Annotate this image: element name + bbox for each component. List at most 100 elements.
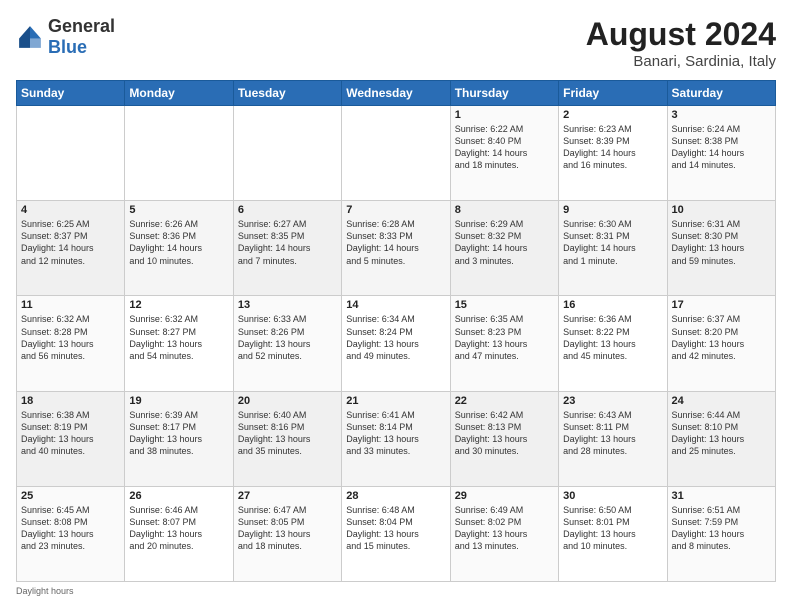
day-number: 18 — [21, 395, 120, 407]
col-friday: Friday — [559, 81, 667, 106]
table-row: 14Sunrise: 6:34 AM Sunset: 8:24 PM Dayli… — [342, 296, 450, 391]
table-row: 29 Sunrise: 6:49 AM Sunset: 8:02 PM Dayli… — [450, 486, 558, 581]
month-year: August 2024 — [586, 16, 776, 53]
header: General Blue August 2024 Banari, Sardini… — [16, 16, 776, 70]
table-row: 23 Sunrise: 6:43 AM Sunset: 8:11 PM Dayli… — [559, 391, 667, 486]
day-number: 8 — [455, 204, 554, 216]
table-row: 4 Sunrise: 6:25 AM Sunset: 8:37 PM Daylig… — [17, 201, 125, 296]
day-number: 13 — [238, 299, 337, 311]
logo-text: General Blue — [48, 16, 115, 58]
day-info: Sunrise: 6:49 AM Sunset: 8:02 PM Dayligh… — [455, 504, 554, 553]
table-row: 2 Sunrise: 6:23 AM Sunset: 8:39 PM Daylig… — [559, 106, 667, 201]
day-number: 22 — [455, 395, 554, 407]
day-number: 29 — [455, 490, 554, 502]
table-row: 28 Sunrise: 6:48 AM Sunset: 8:04 PM Dayli… — [342, 486, 450, 581]
table-row: 21 Sunrise: 6:41 AM Sunset: 8:14 PM Dayli… — [342, 391, 450, 486]
day-info: Sunrise: 6:45 AM Sunset: 8:08 PM Dayligh… — [21, 504, 120, 553]
day-info: Sunrise: 6:24 AM Sunset: 8:38 PM Dayligh… — [672, 123, 771, 172]
calendar-row: 1 Sunrise: 6:22 AM Sunset: 8:40 PM Daylig… — [17, 106, 776, 201]
day-info: Sunrise: 6:32 AM Sunset: 8:27 PM Dayligh… — [129, 313, 228, 362]
day-number: 11 — [21, 299, 120, 311]
day-number: 4 — [21, 204, 120, 216]
table-row: 9 Sunrise: 6:30 AM Sunset: 8:31 PM Daylig… — [559, 201, 667, 296]
day-info: Sunrise: 6:42 AM Sunset: 8:13 PM Dayligh… — [455, 409, 554, 458]
table-row: 16Sunrise: 6:36 AM Sunset: 8:22 PM Dayli… — [559, 296, 667, 391]
calendar-row: 11 Sunrise: 6:32 AM Sunset: 8:28 PM Dayli… — [17, 296, 776, 391]
calendar-table: Sunday Monday Tuesday Wednesday Thursday… — [16, 80, 776, 582]
day-info: Sunrise: 6:46 AM Sunset: 8:07 PM Dayligh… — [129, 504, 228, 553]
table-row: 11 Sunrise: 6:32 AM Sunset: 8:28 PM Dayli… — [17, 296, 125, 391]
day-number: 31 — [672, 490, 771, 502]
table-row: 27Sunrise: 6:47 AM Sunset: 8:05 PM Dayli… — [233, 486, 341, 581]
calendar-row: 4 Sunrise: 6:25 AM Sunset: 8:37 PM Daylig… — [17, 201, 776, 296]
col-sunday: Sunday — [17, 81, 125, 106]
table-row — [342, 106, 450, 201]
table-row: 13Sunrise: 6:33 AM Sunset: 8:26 PM Dayli… — [233, 296, 341, 391]
table-row: 17Sunrise: 6:37 AM Sunset: 8:20 PM Dayli… — [667, 296, 775, 391]
day-info: Sunrise: 6:30 AM Sunset: 8:31 PM Dayligh… — [563, 218, 662, 267]
day-info: Sunrise: 6:50 AM Sunset: 8:01 PM Dayligh… — [563, 504, 662, 553]
day-info: Sunrise: 6:44 AM Sunset: 8:10 PM Dayligh… — [672, 409, 771, 458]
day-info: Sunrise: 6:48 AM Sunset: 8:04 PM Dayligh… — [346, 504, 445, 553]
table-row: 5Sunrise: 6:26 AM Sunset: 8:36 PM Daylig… — [125, 201, 233, 296]
table-row: 20 Sunrise: 6:40 AM Sunset: 8:16 PM Dayli… — [233, 391, 341, 486]
day-info: Sunrise: 6:31 AM Sunset: 8:30 PM Dayligh… — [672, 218, 771, 267]
day-number: 20 — [238, 395, 337, 407]
day-info: Sunrise: 6:40 AM Sunset: 8:16 PM Dayligh… — [238, 409, 337, 458]
day-number: 2 — [563, 109, 662, 121]
day-number: 5 — [129, 204, 228, 216]
day-info: Sunrise: 6:39 AM Sunset: 8:17 PM Dayligh… — [129, 409, 228, 458]
table-row: 30 Sunrise: 6:50 AM Sunset: 8:01 PM Dayli… — [559, 486, 667, 581]
table-row: 31 Sunrise: 6:51 AM Sunset: 7:59 PM Dayli… — [667, 486, 775, 581]
weekday-row: Sunday Monday Tuesday Wednesday Thursday… — [17, 81, 776, 106]
day-number: 30 — [563, 490, 662, 502]
day-number: 27 — [238, 490, 337, 502]
logo-icon — [16, 23, 44, 51]
page: General Blue August 2024 Banari, Sardini… — [0, 0, 792, 612]
day-info: Sunrise: 6:35 AM Sunset: 8:23 PM Dayligh… — [455, 313, 554, 362]
day-number: 25 — [21, 490, 120, 502]
day-info: Sunrise: 6:51 AM Sunset: 7:59 PM Dayligh… — [672, 504, 771, 553]
table-row: 19Sunrise: 6:39 AM Sunset: 8:17 PM Dayli… — [125, 391, 233, 486]
day-info: Sunrise: 6:38 AM Sunset: 8:19 PM Dayligh… — [21, 409, 120, 458]
table-row — [233, 106, 341, 201]
table-row: 7Sunrise: 6:28 AM Sunset: 8:33 PM Daylig… — [342, 201, 450, 296]
day-info: Sunrise: 6:43 AM Sunset: 8:11 PM Dayligh… — [563, 409, 662, 458]
day-number: 28 — [346, 490, 445, 502]
calendar-body: 1 Sunrise: 6:22 AM Sunset: 8:40 PM Daylig… — [17, 106, 776, 582]
day-number: 3 — [672, 109, 771, 121]
table-row: 10Sunrise: 6:31 AM Sunset: 8:30 PM Dayli… — [667, 201, 775, 296]
calendar-header: Sunday Monday Tuesday Wednesday Thursday… — [17, 81, 776, 106]
day-number: 1 — [455, 109, 554, 121]
day-number: 23 — [563, 395, 662, 407]
table-row: 18 Sunrise: 6:38 AM Sunset: 8:19 PM Dayli… — [17, 391, 125, 486]
table-row — [125, 106, 233, 201]
table-row: 15Sunrise: 6:35 AM Sunset: 8:23 PM Dayli… — [450, 296, 558, 391]
day-number: 6 — [238, 204, 337, 216]
day-info: Sunrise: 6:25 AM Sunset: 8:37 PM Dayligh… — [21, 218, 120, 267]
table-row: 24 Sunrise: 6:44 AM Sunset: 8:10 PM Dayli… — [667, 391, 775, 486]
col-saturday: Saturday — [667, 81, 775, 106]
table-row: 25 Sunrise: 6:45 AM Sunset: 8:08 PM Dayli… — [17, 486, 125, 581]
table-row: 6 Sunrise: 6:27 AM Sunset: 8:35 PM Daylig… — [233, 201, 341, 296]
table-row: 8 Sunrise: 6:29 AM Sunset: 8:32 PM Daylig… — [450, 201, 558, 296]
calendar-row: 25 Sunrise: 6:45 AM Sunset: 8:08 PM Dayli… — [17, 486, 776, 581]
day-info: Sunrise: 6:27 AM Sunset: 8:35 PM Dayligh… — [238, 218, 337, 267]
logo-general: General — [48, 16, 115, 36]
col-thursday: Thursday — [450, 81, 558, 106]
day-info: Sunrise: 6:22 AM Sunset: 8:40 PM Dayligh… — [455, 123, 554, 172]
day-info: Sunrise: 6:41 AM Sunset: 8:14 PM Dayligh… — [346, 409, 445, 458]
day-number: 21 — [346, 395, 445, 407]
day-number: 24 — [672, 395, 771, 407]
daylight-label: Daylight hours — [16, 586, 74, 596]
calendar-row: 18 Sunrise: 6:38 AM Sunset: 8:19 PM Dayli… — [17, 391, 776, 486]
table-row: 3 Sunrise: 6:24 AM Sunset: 8:38 PM Daylig… — [667, 106, 775, 201]
table-row: 12 Sunrise: 6:32 AM Sunset: 8:27 PM Dayli… — [125, 296, 233, 391]
day-info: Sunrise: 6:29 AM Sunset: 8:32 PM Dayligh… — [455, 218, 554, 267]
col-monday: Monday — [125, 81, 233, 106]
day-number: 12 — [129, 299, 228, 311]
day-number: 9 — [563, 204, 662, 216]
logo: General Blue — [16, 16, 115, 58]
day-info: Sunrise: 6:23 AM Sunset: 8:39 PM Dayligh… — [563, 123, 662, 172]
day-info: Sunrise: 6:32 AM Sunset: 8:28 PM Dayligh… — [21, 313, 120, 362]
